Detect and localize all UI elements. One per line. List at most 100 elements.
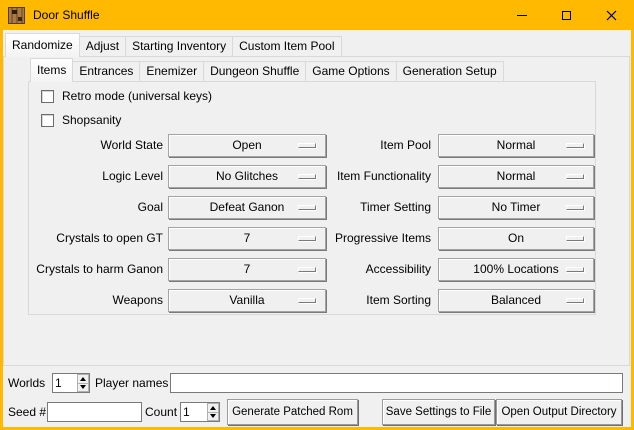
menu-indicator-icon — [566, 205, 584, 210]
spin-up-button[interactable] — [77, 374, 89, 384]
items-pane: Retro mode (universal keys) Shopsanity W… — [28, 81, 596, 315]
retro-mode-label: Retro mode (universal keys) — [62, 89, 212, 103]
player-names-label: Player names — [95, 373, 168, 393]
spin-up-button[interactable] — [207, 403, 219, 413]
world-state-value: Open — [232, 138, 261, 152]
spin-up-icon — [210, 406, 216, 410]
accessibility-label: Accessibility — [329, 258, 431, 281]
logic-level-dropdown[interactable]: No Glitches — [168, 165, 326, 188]
player-names-input[interactable] — [170, 373, 623, 393]
door-app-icon — [8, 7, 25, 24]
spin-down-button[interactable] — [207, 413, 219, 422]
progressive-items-label: Progressive Items — [329, 227, 431, 250]
close-button[interactable] — [589, 0, 634, 30]
save-settings-button[interactable]: Save Settings to File — [382, 399, 495, 425]
menu-indicator-icon — [298, 205, 316, 210]
close-icon — [606, 10, 617, 21]
crystals-ganon-label: Crystals to harm Ganon — [33, 258, 163, 281]
item-sorting-dropdown[interactable]: Balanced — [438, 289, 594, 312]
logic-level-label: Logic Level — [33, 165, 163, 188]
weapons-value: Vanilla — [229, 293, 264, 307]
crystals-gt-label: Crystals to open GT — [33, 227, 163, 250]
item-sorting-label: Item Sorting — [329, 289, 431, 312]
spin-up-icon — [80, 377, 86, 381]
menu-indicator-icon — [298, 143, 316, 148]
tab-starting-inventory[interactable]: Starting Inventory — [125, 36, 233, 57]
menu-indicator-icon — [298, 298, 316, 303]
progressive-items-value: On — [508, 231, 524, 245]
checkbox-icon — [41, 114, 54, 127]
window-title: Door Shuffle — [33, 8, 100, 22]
count-spinbox[interactable] — [180, 402, 220, 422]
worlds-spin-arrows — [77, 374, 89, 392]
item-pool-dropdown[interactable]: Normal — [438, 134, 594, 157]
title-bar: Door Shuffle — [0, 0, 634, 30]
weapons-label: Weapons — [33, 289, 163, 312]
subtab-game-options[interactable]: Game Options — [305, 61, 396, 82]
spin-down-icon — [80, 385, 86, 389]
item-sorting-value: Balanced — [491, 293, 541, 307]
minimize-icon — [517, 15, 527, 16]
item-functionality-value: Normal — [497, 169, 536, 183]
seed-input[interactable] — [47, 402, 142, 422]
main-tab-bar: Randomize Adjust Starting Inventory Cust… — [5, 33, 341, 57]
timer-setting-value: No Timer — [492, 200, 541, 214]
subtab-enemizer[interactable]: Enemizer — [139, 61, 204, 82]
logic-level-value: No Glitches — [216, 169, 278, 183]
menu-indicator-icon — [566, 298, 584, 303]
spin-down-button[interactable] — [77, 384, 89, 393]
menu-indicator-icon — [566, 236, 584, 241]
worlds-label: Worlds — [8, 373, 45, 393]
menu-indicator-icon — [298, 236, 316, 241]
menu-indicator-icon — [298, 267, 316, 272]
maximize-icon — [562, 11, 571, 20]
app-window: Door Shuffle Randomize Adjust Starting I… — [0, 0, 634, 430]
timer-setting-dropdown[interactable]: No Timer — [438, 196, 594, 219]
subtab-entrances[interactable]: Entrances — [72, 61, 140, 82]
subtab-generation-setup[interactable]: Generation Setup — [396, 61, 504, 82]
goal-dropdown[interactable]: Defeat Ganon — [168, 196, 326, 219]
crystals-ganon-dropdown[interactable]: 7 — [168, 258, 326, 281]
minimize-button[interactable] — [499, 0, 544, 30]
window-controls — [499, 0, 634, 30]
item-pool-label: Item Pool — [329, 134, 431, 157]
tab-custom-item-pool[interactable]: Custom Item Pool — [232, 36, 341, 57]
shopsanity-label: Shopsanity — [62, 113, 121, 127]
crystals-gt-dropdown[interactable]: 7 — [168, 227, 326, 250]
open-output-button[interactable]: Open Output Directory — [496, 399, 622, 425]
weapons-dropdown[interactable]: Vanilla — [168, 289, 326, 312]
menu-indicator-icon — [298, 174, 316, 179]
accessibility-value: 100% Locations — [473, 262, 558, 276]
item-functionality-dropdown[interactable]: Normal — [438, 165, 594, 188]
tab-randomize[interactable]: Randomize — [5, 33, 80, 57]
timer-setting-label: Timer Setting — [329, 196, 431, 219]
goal-value: Defeat Ganon — [210, 200, 285, 214]
menu-indicator-icon — [566, 174, 584, 179]
item-pool-value: Normal — [497, 138, 536, 152]
crystals-ganon-value: 7 — [244, 262, 251, 276]
subtab-dungeon-shuffle[interactable]: Dungeon Shuffle — [203, 61, 306, 82]
crystals-gt-value: 7 — [244, 231, 251, 245]
progressive-items-dropdown[interactable]: On — [438, 227, 594, 250]
subtab-items[interactable]: Items — [30, 58, 73, 82]
shopsanity-checkbox[interactable]: Shopsanity — [41, 112, 121, 128]
count-input[interactable] — [181, 403, 207, 421]
count-spin-arrows — [207, 403, 219, 421]
client-area: Randomize Adjust Starting Inventory Cust… — [3, 30, 631, 427]
world-state-dropdown[interactable]: Open — [168, 134, 326, 157]
goal-label: Goal — [33, 196, 163, 219]
item-functionality-label: Item Functionality — [329, 165, 431, 188]
retro-mode-checkbox[interactable]: Retro mode (universal keys) — [41, 88, 212, 104]
worlds-spinbox[interactable] — [52, 373, 90, 393]
seed-label: Seed # — [8, 402, 46, 422]
maximize-button[interactable] — [544, 0, 589, 30]
randomize-sub-tab-bar: Items Entrances Enemizer Dungeon Shuffle… — [30, 58, 503, 82]
count-label: Count — [145, 402, 177, 422]
checkbox-icon — [41, 90, 54, 103]
world-state-label: World State — [33, 134, 163, 157]
menu-indicator-icon — [566, 267, 584, 272]
generate-rom-button[interactable]: Generate Patched Rom — [227, 399, 358, 425]
worlds-input[interactable] — [53, 374, 77, 392]
tab-adjust[interactable]: Adjust — [79, 36, 126, 57]
accessibility-dropdown[interactable]: 100% Locations — [438, 258, 594, 281]
